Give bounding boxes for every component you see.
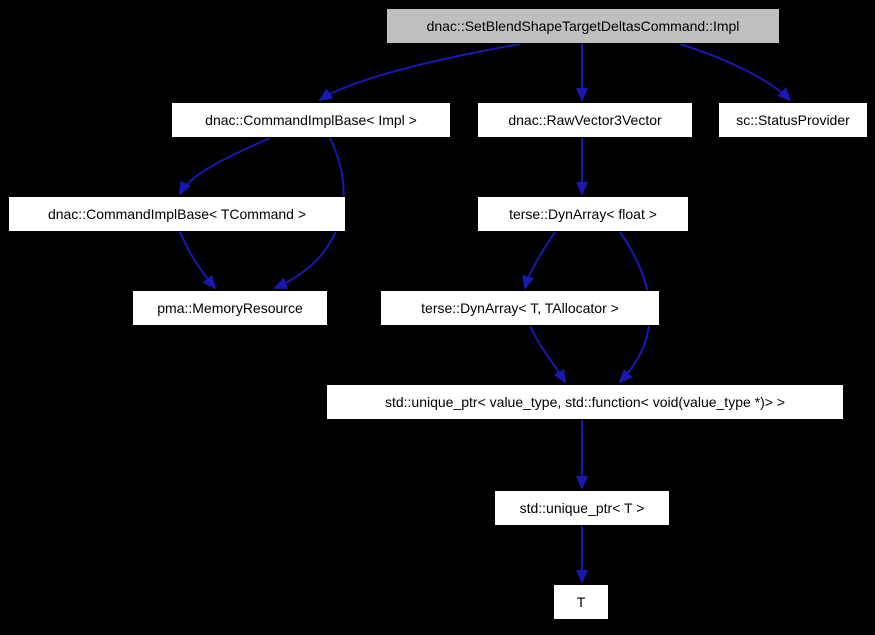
node-status[interactable]: sc::StatusProvider xyxy=(718,102,868,138)
edge xyxy=(530,326,565,382)
node-T[interactable]: T xyxy=(553,584,609,620)
node-label: dnac::SetBlendShapeTargetDeltasCommand::… xyxy=(427,18,740,34)
node-label: pma::MemoryResource xyxy=(157,300,303,316)
node-label: terse::DynArray< T, TAllocator > xyxy=(421,300,619,316)
node-label: dnac::CommandImplBase< TCommand > xyxy=(48,206,306,222)
node-label: terse::DynArray< float > xyxy=(509,206,657,222)
node-label: dnac::RawVector3Vector xyxy=(508,112,661,128)
edge xyxy=(180,232,215,288)
node-label: std::unique_ptr< T > xyxy=(520,500,645,516)
edge xyxy=(525,232,555,288)
edge xyxy=(320,44,520,100)
node-uniqptrT[interactable]: std::unique_ptr< T > xyxy=(494,490,670,526)
node-label: std::unique_ptr< value_type, std::functi… xyxy=(385,394,785,410)
node-label: T xyxy=(577,594,586,610)
node-dynT[interactable]: terse::DynArray< T, TAllocator > xyxy=(380,290,660,326)
node-memres[interactable]: pma::MemoryResource xyxy=(132,290,328,326)
edge xyxy=(180,138,270,194)
node-root[interactable]: dnac::SetBlendShapeTargetDeltasCommand::… xyxy=(386,8,780,44)
edge xyxy=(680,44,790,100)
node-cmdimplimpl[interactable]: dnac::CommandImplBase< Impl > xyxy=(171,102,451,138)
node-rawvec[interactable]: dnac::RawVector3Vector xyxy=(477,102,693,138)
node-label: dnac::CommandImplBase< Impl > xyxy=(205,112,417,128)
node-label: sc::StatusProvider xyxy=(736,112,850,128)
node-uniqptrfull[interactable]: std::unique_ptr< value_type, std::functi… xyxy=(326,384,844,420)
node-cmdimpltcmd[interactable]: dnac::CommandImplBase< TCommand > xyxy=(8,196,346,232)
node-dynfloat[interactable]: terse::DynArray< float > xyxy=(477,196,689,232)
